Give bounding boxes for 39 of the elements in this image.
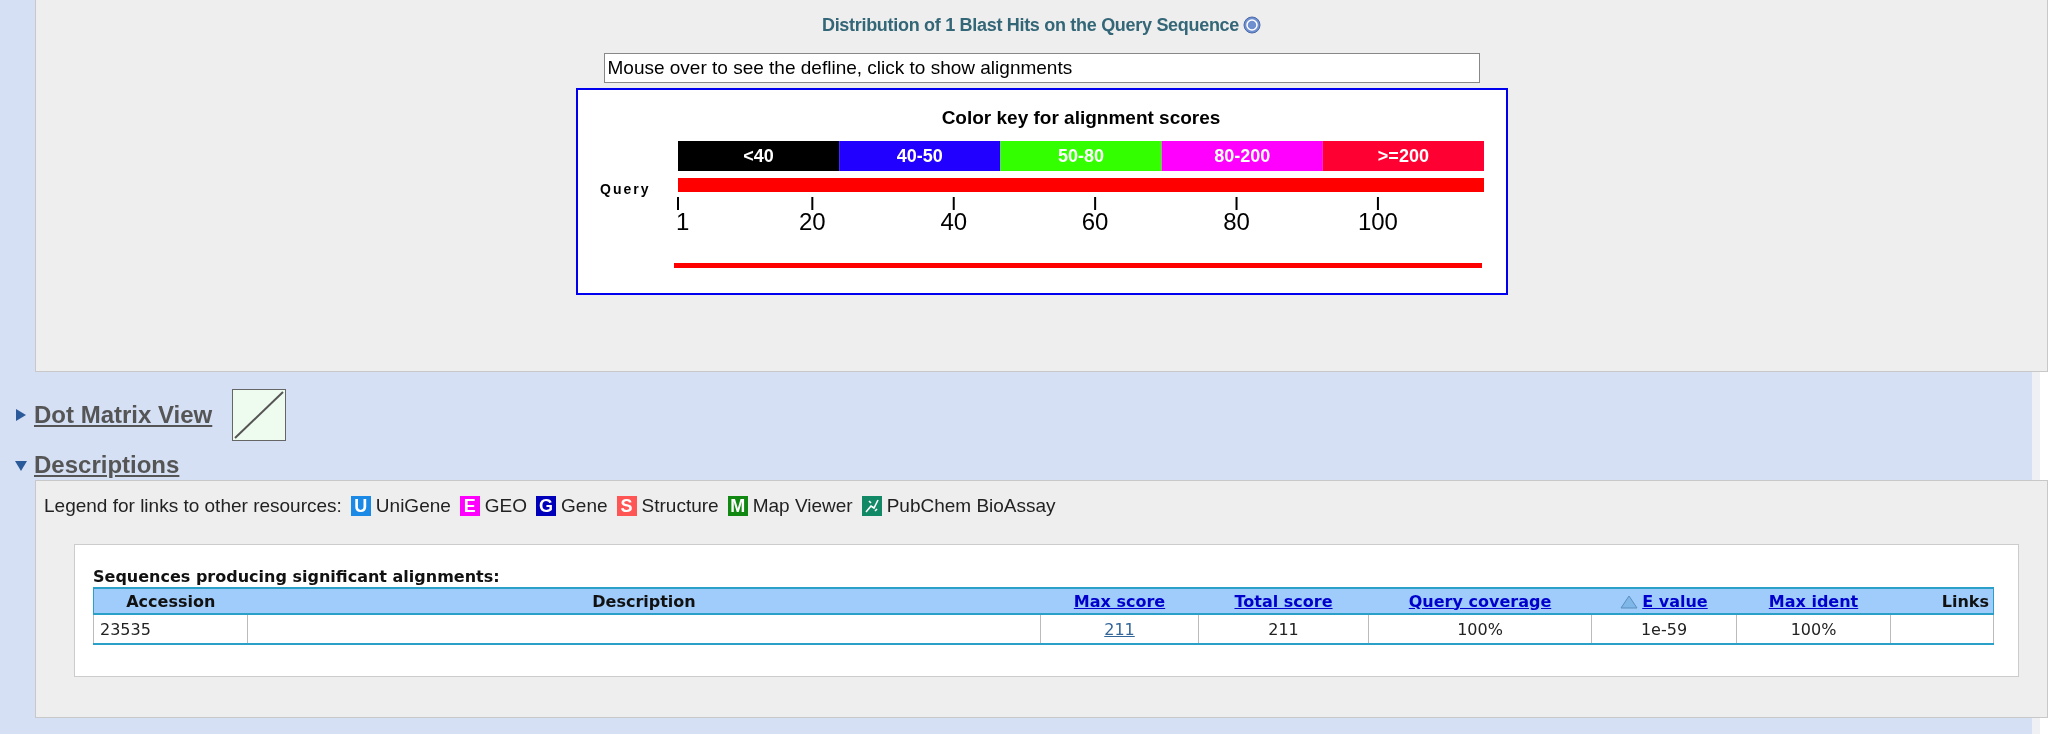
column-header: Accession <box>126 591 216 611</box>
resource-badge: U <box>350 496 371 516</box>
color-key-segment: >=200 <box>1322 141 1484 171</box>
score-link[interactable]: 211 <box>1104 619 1135 639</box>
legend-label: Legend for links to other resources: <box>44 495 342 517</box>
section-link[interactable]: Descriptions <box>34 451 180 479</box>
dot-matrix-thumbnail-icon[interactable] <box>232 389 287 441</box>
alignment-graphic[interactable]: Color key for alignment scores <40 40-50 50-80 80-200 >=200 Query 1 20 40 60 80 100 <box>575 88 1508 295</box>
help-icon[interactable] <box>1243 16 1262 34</box>
color-key-segment: 40-50 <box>838 141 1000 171</box>
column-header: Links <box>1941 591 1989 611</box>
expand-triangle-icon[interactable] <box>14 408 28 422</box>
table-cell: 23535 <box>100 619 151 639</box>
color-key-title: Color key for alignment scores <box>941 107 1220 128</box>
legend-item-label: UniGene <box>375 495 451 517</box>
resource-badge: G <box>536 496 557 516</box>
resource-badge: S <box>616 496 637 516</box>
legend-item-label: Gene <box>561 495 608 517</box>
resource-badge: M <box>727 496 748 516</box>
section-link[interactable]: Dot Matrix View <box>34 401 213 429</box>
table-caption: Sequences producing significant alignments: <box>93 567 501 587</box>
table-cell: 100% <box>1790 619 1837 639</box>
color-key-segment: 50-80 <box>999 141 1162 171</box>
legend-item-label: Structure <box>641 495 719 517</box>
table-cell: 211 <box>1268 619 1299 639</box>
table-cell: 100% <box>1457 619 1503 639</box>
color-key-segment: 80-200 <box>1161 141 1323 171</box>
table-cell: 1e-59 <box>1640 619 1688 639</box>
sequence-ruler: 1 20 40 60 80 100 <box>675 197 1398 235</box>
graphic-title: Distribution of 1 Blast Hits on the Query Sequence <box>821 14 1240 36</box>
color-key-segment: <40 <box>677 141 839 171</box>
query-label: Query <box>599 181 650 197</box>
collapse-triangle-icon[interactable] <box>14 458 28 472</box>
column-header: Description <box>592 591 696 611</box>
legend-item-label: PubChem BioAssay <box>886 495 1056 517</box>
legend-item-label: Map Viewer <box>752 495 853 517</box>
legend-item-label: GEO <box>484 495 528 517</box>
defline-field[interactable]: Mouse over to see the defline, click to show alignments <box>603 53 1480 83</box>
resource-badge: E <box>459 496 480 516</box>
